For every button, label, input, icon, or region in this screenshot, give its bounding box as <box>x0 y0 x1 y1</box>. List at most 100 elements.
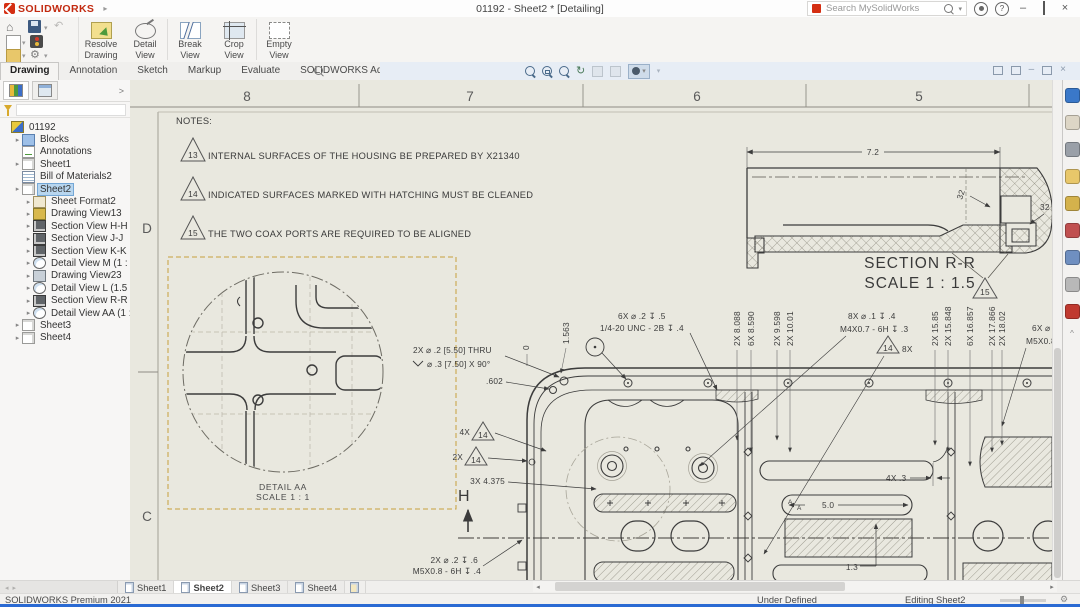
tree-item[interactable]: ▸ Drawing View23 <box>0 270 130 282</box>
search-icon[interactable] <box>944 4 953 13</box>
display-style-button[interactable]: ▾ <box>628 64 650 79</box>
close-button[interactable]: × <box>1058 2 1072 15</box>
tree-item[interactable]: ▸ Blocks <box>0 133 130 145</box>
expand-arrow-icon[interactable]: ▸ <box>24 309 33 317</box>
task-pane-icon[interactable] <box>1065 196 1080 211</box>
dim-3x-4375[interactable]: 3X 4.375 <box>470 476 505 486</box>
zoom-previous-icon[interactable] <box>559 66 569 76</box>
tree-item[interactable]: ▸ Sheet1 <box>0 158 130 170</box>
command-search-icon[interactable] <box>314 66 323 75</box>
display-style-dropdown-icon[interactable]: ▾ <box>642 67 646 75</box>
featuremanager-tree-tab[interactable] <box>3 81 29 100</box>
tree-item[interactable]: ▸ Detail View L (1.5 : 1) <box>0 282 130 294</box>
expand-arrow-icon[interactable]: ▸ <box>24 247 33 255</box>
zoom-to-fit-icon[interactable] <box>525 66 535 76</box>
ribbon-button[interactable]: Break View <box>167 19 212 60</box>
tree-item[interactable]: ▸ Detail View M (1 : 1) <box>0 257 130 269</box>
note-tap-line1[interactable]: 2X ⌀ .2 ↧ .6 <box>430 555 478 565</box>
dim-50[interactable]: 5.0 <box>822 500 834 510</box>
dim-32-b[interactable]: 32 <box>1040 202 1050 212</box>
task-pane-collapse-icon[interactable]: ^ <box>1070 331 1074 337</box>
sheet-scroll-right-icon[interactable]: ▸ <box>13 584 17 592</box>
expand-arrow-icon[interactable]: ▸ <box>13 160 22 168</box>
doc-close-icon[interactable]: × <box>1060 65 1066 75</box>
filter-input[interactable] <box>16 104 126 116</box>
task-pane-icon[interactable] <box>1065 223 1080 238</box>
restore-button[interactable] <box>1037 2 1051 15</box>
brand-expand-icon[interactable]: ▸ <box>103 4 107 13</box>
task-pane-icon[interactable] <box>1065 304 1080 319</box>
dim-1563[interactable]: 1.563 <box>561 322 571 344</box>
tree-item[interactable]: ▸ Section View H-H <box>0 220 130 232</box>
minimize-button[interactable]: – <box>1016 2 1030 15</box>
dim-602[interactable]: .602 <box>486 376 503 386</box>
options-icon[interactable]: ⚙ <box>30 49 43 62</box>
note-tap-line2[interactable]: M5X0.8 - 6H ↧ .4 <box>413 566 481 576</box>
ribbon-button[interactable]: Detail View <box>123 19 167 60</box>
tree-item[interactable]: ▸ Sheet3 <box>0 319 130 331</box>
expand-arrow-icon[interactable]: ▸ <box>13 334 22 342</box>
expand-arrow-icon[interactable]: ▸ <box>24 272 33 280</box>
tree-item[interactable]: 01192 <box>0 121 130 133</box>
commandmanager-tab[interactable]: Evaluate <box>231 62 290 80</box>
dim-6x-8590[interactable]: 6X 8.590 <box>746 311 756 346</box>
task-pane-icon[interactable] <box>1065 142 1080 157</box>
dim-2x-17866[interactable]: 2X 17.866 <box>987 306 997 346</box>
hscroll-track[interactable] <box>543 582 1047 591</box>
note-6xb-line2[interactable]: M5X0.8 <box>1026 336 1052 346</box>
horizontal-scrollbar[interactable]: ◂ ▸ <box>533 581 1057 592</box>
dim-2x-1802[interactable]: 2X 18.02 <box>997 311 1007 346</box>
expand-arrow-icon[interactable]: ▸ <box>13 136 22 144</box>
property-manager-tab[interactable] <box>32 81 58 100</box>
zoom-to-area-icon[interactable] <box>542 66 552 76</box>
expand-arrow-icon[interactable]: ▸ <box>24 198 33 206</box>
doc-newwindow-icon[interactable] <box>993 66 1003 75</box>
expand-arrow-icon[interactable]: ▸ <box>13 321 22 329</box>
dim-13[interactable]: 1.3 <box>846 562 858 572</box>
dim-2x-8088[interactable]: 2X 8.088 <box>732 311 742 346</box>
user-account-button[interactable] <box>974 2 988 16</box>
search-input[interactable]: Search MySolidWorks ▾ <box>807 1 967 16</box>
note-6xb-line1[interactable]: 6X ⌀ <box>1032 323 1050 333</box>
tree-item[interactable]: ▸ Sheet2 <box>0 183 130 195</box>
commandmanager-tab[interactable]: Drawing <box>0 62 59 80</box>
expand-arrow-icon[interactable]: ▸ <box>24 297 33 305</box>
search-dropdown-icon[interactable]: ▾ <box>958 5 962 13</box>
dim-2x-1585[interactable]: 2X 15.85 <box>930 311 940 346</box>
hscroll-thumb[interactable] <box>555 582 845 591</box>
note-8x-hole-line2[interactable]: M4X0.7 - 6H ↧ .3 <box>840 324 908 334</box>
dim-2x-1001[interactable]: 2X 10.01 <box>785 311 795 346</box>
save-dropdown-icon[interactable]: ▾ <box>44 24 48 32</box>
expand-arrow-icon[interactable]: ▸ <box>24 259 33 267</box>
tree-item[interactable]: ▸ Section View R-R <box>0 294 130 306</box>
note-6x-hole-line2[interactable]: 1/4-20 UNC - 2B ↧ .4 <box>600 323 684 333</box>
new-dropdown-icon[interactable]: ▾ <box>22 39 26 47</box>
doc-minimize-icon[interactable]: – <box>1029 65 1035 75</box>
task-pane-icon[interactable] <box>1065 277 1080 292</box>
dim-7-2[interactable]: 7.2 <box>867 147 879 157</box>
options-dropdown-icon[interactable]: ▾ <box>44 52 48 60</box>
dim-zero[interactable]: 0 <box>521 345 531 350</box>
display-states-icon[interactable] <box>30 35 43 48</box>
task-pane-icon[interactable] <box>1065 250 1080 265</box>
doc-restore-icon[interactable] <box>1042 66 1052 75</box>
doc-cascade-icon[interactable] <box>1011 66 1021 75</box>
expand-arrow-icon[interactable]: ▸ <box>24 235 33 243</box>
note-8x-hole-line1[interactable]: 8X ⌀ .1 ↧ .4 <box>848 311 896 321</box>
graphics-area[interactable]: 8 7 6 5 D C NOTES: 13 INTERNAL SURFACES … <box>130 80 1052 580</box>
tree-item[interactable]: ▸ Detail View AA (1 : 1) <box>0 307 130 319</box>
note-thru[interactable]: 2X ⌀ .2 [5.50] THRU <box>413 345 492 355</box>
task-pane-icon[interactable] <box>1065 88 1080 103</box>
ribbon-button[interactable]: Crop View <box>212 19 256 60</box>
dim-2x-9598[interactable]: 2X 9.598 <box>772 311 782 346</box>
vertical-scrollbar-thumb[interactable] <box>1054 348 1061 578</box>
expand-arrow-icon[interactable]: ▸ <box>24 222 33 230</box>
dim-6x-16857[interactable]: 6X 16.857 <box>965 306 975 346</box>
save-icon[interactable] <box>28 20 41 33</box>
tree-item[interactable]: ▸ Sheet Format2 <box>0 195 130 207</box>
commandmanager-tab[interactable]: Markup <box>178 62 231 80</box>
rotate-view-icon[interactable]: ↻ <box>576 65 585 77</box>
hscroll-right-icon[interactable]: ▸ <box>1047 583 1057 591</box>
ribbon-button[interactable]: Resolve Drawing <box>79 19 123 60</box>
expand-arrow-icon[interactable]: ▸ <box>24 284 33 292</box>
